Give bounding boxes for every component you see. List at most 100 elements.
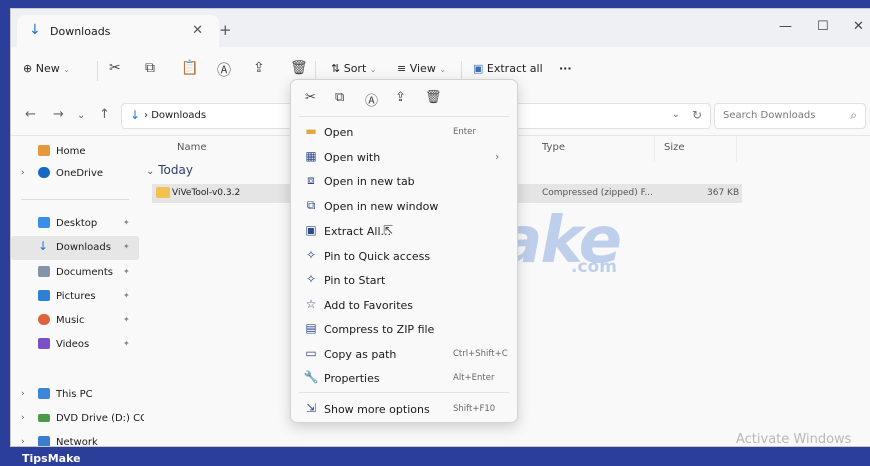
new-tab-icon[interactable]: + (219, 21, 232, 39)
pin-icon: ✧ (305, 272, 317, 286)
sidebar-item-home[interactable]: Home (11, 140, 139, 164)
menu-item-open-with[interactable]: ▦ Open with › (291, 145, 517, 169)
back-icon[interactable]: ← (25, 107, 36, 122)
download-icon: ↓ (38, 239, 49, 253)
share-icon[interactable]: ⇪ (395, 90, 406, 105)
sidebar-item-label: Videos (56, 339, 90, 350)
breadcrumb[interactable]: › Downloads (144, 110, 206, 121)
expand-chevron-icon[interactable]: › (21, 389, 25, 399)
sidebar-item-dvd-drive[interactable]: › DVD Drive (D:) CCC (11, 407, 154, 431)
cut-icon[interactable]: ✂ (305, 90, 316, 105)
new-label: New (35, 62, 60, 75)
share-icon[interactable]: ⇪ (253, 60, 265, 76)
column-divider[interactable] (654, 136, 655, 162)
menu-item-shortcut: Enter (453, 127, 476, 137)
menu-item-properties[interactable]: 🔧 Properties Alt+Enter (291, 366, 517, 390)
pin-icon: ✧ (305, 248, 317, 262)
menu-item-copy-as-path[interactable]: ▭ Copy as path Ctrl+Shift+C (291, 342, 517, 366)
up-icon[interactable]: ↑ (99, 107, 110, 122)
refresh-icon[interactable]: ↻ (692, 108, 702, 122)
home-icon (38, 145, 50, 156)
sidebar-item-music[interactable]: Music ✦ (11, 309, 139, 333)
sidebar-item-pictures[interactable]: Pictures ✦ (11, 285, 139, 309)
extract-all-button[interactable]: ▣ Extract all (473, 62, 543, 75)
close-window-icon[interactable]: ✕ (853, 19, 864, 34)
expand-chevron-icon[interactable]: › (21, 413, 25, 423)
more-options-button[interactable]: ··· (559, 62, 572, 75)
cut-icon[interactable]: ✂ (109, 60, 121, 76)
sidebar-item-this-pc[interactable]: › This PC (11, 383, 139, 407)
brand-label: TipsMake (22, 452, 81, 465)
pin-icon[interactable]: ✦ (123, 339, 130, 348)
new-button[interactable]: ⊕ New ⌄ (23, 62, 70, 75)
activate-windows-watermark: Activate Windows (736, 432, 852, 447)
pin-icon[interactable]: ✦ (123, 291, 130, 300)
menu-item-open-new-window[interactable]: ⧉ Open in new window (291, 194, 517, 218)
menu-item-label: Show more options (324, 403, 430, 416)
delete-icon[interactable]: 🗑 (425, 90, 442, 105)
sidebar-item-videos[interactable]: Videos ✦ (11, 333, 139, 357)
pin-icon[interactable]: ✦ (123, 218, 130, 227)
rename-icon[interactable]: Ⓐ (217, 60, 231, 80)
breadcrumb-downloads[interactable]: Downloads (151, 110, 206, 121)
tab-bar: ↓ Downloads ✕ + — ☐ ✕ (11, 9, 870, 47)
copy-path-icon: ▭ (305, 346, 317, 360)
delete-icon[interactable]: 🗑 (290, 60, 308, 76)
menu-item-compress-zip[interactable]: ▤ Compress to ZIP file (291, 317, 517, 341)
extract-icon: ▣ (473, 62, 484, 75)
menu-item-label: Compress to ZIP file (324, 323, 435, 336)
tab-downloads[interactable]: ↓ Downloads ✕ (17, 15, 219, 47)
expand-chevron-icon[interactable]: › (21, 437, 25, 446)
sidebar-item-onedrive[interactable]: › OneDrive (11, 162, 139, 186)
menu-item-label: Properties (324, 372, 380, 385)
extract-all-label: Extract all (486, 62, 543, 75)
menu-item-extract-all[interactable]: ▣ Extract All... ⇱ (291, 219, 517, 243)
column-header-type[interactable]: Type (542, 142, 565, 153)
column-header-name[interactable]: Name (177, 142, 207, 153)
sidebar-item-downloads[interactable]: ↓ Downloads ✦ (11, 236, 139, 260)
sidebar-item-label: OneDrive (56, 168, 104, 179)
close-tab-icon[interactable]: ✕ (192, 23, 203, 38)
pin-icon[interactable]: ✦ (123, 267, 130, 276)
menu-item-pin-start[interactable]: ✧ Pin to Start (291, 268, 517, 292)
copy-icon[interactable]: ⧉ (335, 90, 344, 105)
music-icon (38, 314, 50, 325)
context-menu-quick-actions: ✂ ⧉ Ⓐ ⇪ 🗑 (291, 80, 517, 114)
search-input[interactable]: Search Downloads ⌕ (714, 103, 866, 129)
chevron-down-icon: ⌄ (439, 65, 447, 74)
column-divider[interactable] (736, 136, 737, 162)
sidebar-item-network[interactable]: › Network (11, 431, 139, 446)
menu-item-label: Pin to Start (324, 274, 386, 287)
menu-item-add-favorites[interactable]: ☆ Add to Favorites (291, 293, 517, 317)
copy-icon[interactable]: ⧉ (145, 60, 155, 76)
sort-button[interactable]: ⇅ Sort ⌄ (331, 62, 376, 75)
column-header-size[interactable]: Size (664, 142, 685, 153)
videos-icon (38, 338, 50, 349)
download-icon: ↓ (29, 22, 41, 38)
expand-chevron-icon[interactable]: › (21, 168, 25, 178)
menu-item-open-new-tab[interactable]: ⧈ Open in new tab (291, 169, 517, 193)
group-header-today[interactable]: ⌄ Today (146, 163, 193, 177)
chevron-down-icon[interactable]: ⌄ (672, 109, 680, 120)
file-type: Compressed (zipped) F... (542, 188, 653, 198)
minimize-icon[interactable]: — (779, 19, 792, 34)
forward-icon[interactable]: → (53, 107, 64, 122)
paste-icon[interactable]: 📋 (181, 60, 198, 76)
sidebar-item-label: Music (56, 315, 85, 326)
menu-item-show-more-options[interactable]: ⇲ Show more options Shift+F10 (291, 397, 517, 421)
view-button[interactable]: ≡ View ⌄ (397, 62, 446, 75)
sidebar-item-documents[interactable]: Documents ✦ (11, 261, 139, 285)
rename-icon[interactable]: Ⓐ (365, 90, 378, 109)
context-menu: ✂ ⧉ Ⓐ ⇪ 🗑 ▬ Open Enter ▦ Open with › ⧈ O… (290, 79, 518, 423)
zip-folder-icon (156, 187, 170, 198)
menu-item-label: Extract All... (324, 225, 392, 238)
recent-chevron-icon[interactable]: ⌄ (77, 110, 85, 121)
pin-icon[interactable]: ✦ (123, 315, 130, 324)
menu-item-pin-quick-access[interactable]: ✧ Pin to Quick access (291, 244, 517, 268)
sidebar-item-desktop[interactable]: Desktop ✦ (11, 212, 139, 236)
star-icon: ☆ (305, 297, 317, 311)
maximize-icon[interactable]: ☐ (817, 19, 829, 34)
sidebar-item-label: This PC (56, 389, 93, 400)
menu-item-open[interactable]: ▬ Open Enter (291, 120, 517, 144)
pin-icon[interactable]: ✦ (123, 242, 130, 251)
